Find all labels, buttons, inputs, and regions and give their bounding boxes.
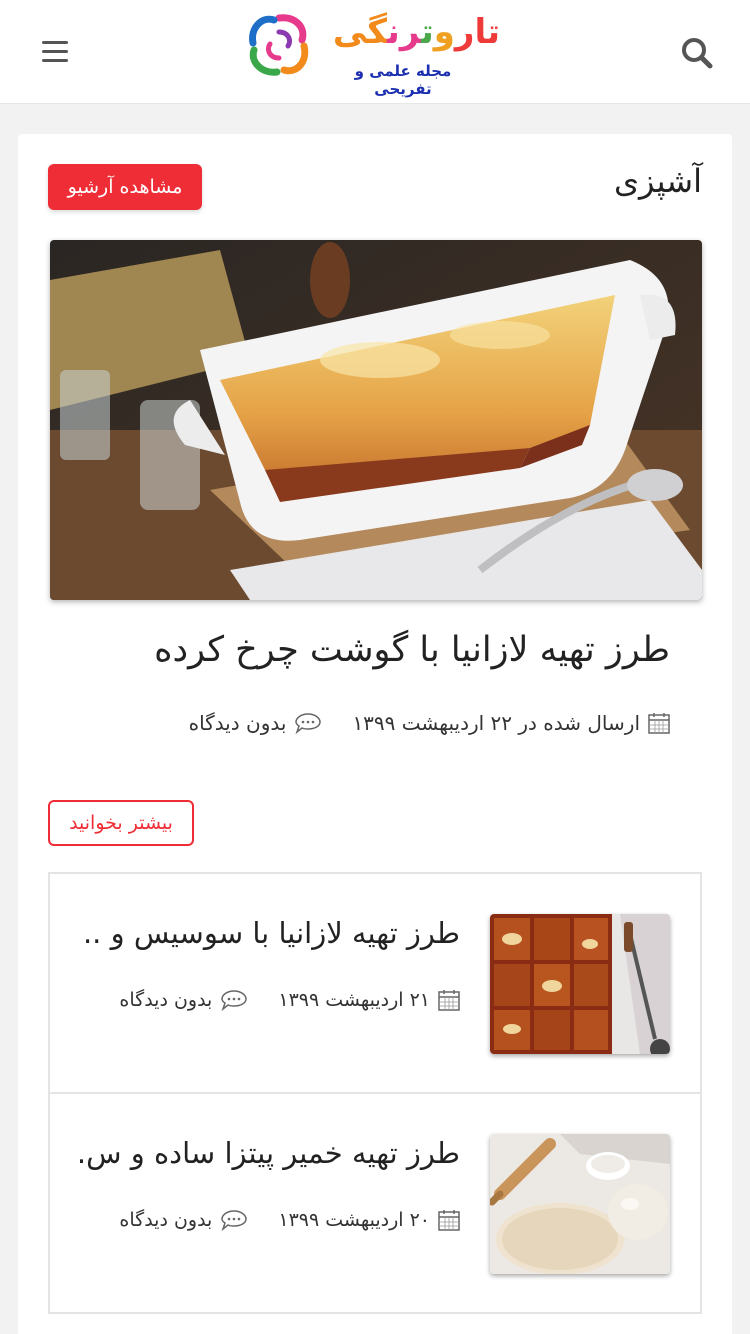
post-list: طرز تهیه لازانیا با سوسیس و ... ۲۱ اردیب… <box>48 872 702 1314</box>
featured-post-date: ارسال شده در ۲۲ اردیبهشت ۱۳۹۹ <box>352 711 640 735</box>
site-header: تاروترنگی مجله علمی و تفریحی <box>0 0 750 104</box>
post-meta: ۲۱ اردیبهشت ۱۳۹۹ بدون دیدگاه <box>80 986 460 1014</box>
calendar-icon <box>438 1210 460 1231</box>
post-date: ۲۰ اردیبهشت ۱۳۹۹ <box>278 1209 430 1231</box>
post-meta: ۲۰ اردیبهشت ۱۳۹۹ بدون دیدگاه <box>80 1206 460 1234</box>
comment-icon <box>221 1210 248 1231</box>
featured-post-image[interactable] <box>50 240 702 600</box>
list-item[interactable]: طرز تهیه لازانیا با سوسیس و ... ۲۱ اردیب… <box>50 874 700 1094</box>
section-title: آشپزی <box>613 162 702 200</box>
post-title[interactable]: طرز تهیه لازانیا با سوسیس و ... <box>80 916 460 950</box>
view-archive-button[interactable]: مشاهده آرشیو <box>48 164 202 210</box>
comment-icon <box>295 713 322 734</box>
featured-post-comments[interactable]: بدون دیدگاه <box>189 711 287 735</box>
post-comments[interactable]: بدون دیدگاه <box>119 989 212 1011</box>
hamburger-menu-icon[interactable] <box>40 40 72 66</box>
list-item[interactable]: طرز تهیه خمیر پیتزا ساده و س... ۲۰ اردیب… <box>50 1094 700 1314</box>
site-logo[interactable]: تاروترنگی مجله علمی و تفریحی <box>244 8 506 98</box>
calendar-icon <box>438 990 460 1011</box>
calendar-icon <box>648 713 670 734</box>
post-thumbnail[interactable] <box>490 914 670 1054</box>
post-comments[interactable]: بدون دیدگاه <box>119 1209 212 1231</box>
logo-title: تاروترنگی <box>332 12 500 52</box>
featured-post-title[interactable]: طرز تهیه لازانیا با گوشت چرخ کرده <box>70 630 670 670</box>
logo-subtitle: مجله علمی و تفریحی <box>354 62 452 98</box>
search-icon[interactable] <box>680 36 714 70</box>
category-card: آشپزی مشاهده آرشیو طرز تهیه لازانیا با گ… <box>18 134 732 1334</box>
featured-post-meta: ارسال شده در ۲۲ اردیبهشت ۱۳۹۹ بدون دیدگا… <box>70 708 670 738</box>
comment-icon <box>221 990 248 1011</box>
post-thumbnail[interactable] <box>490 1134 670 1274</box>
read-more-button[interactable]: بیشتر بخوانید <box>48 800 194 846</box>
post-date: ۲۱ اردیبهشت ۱۳۹۹ <box>278 989 430 1011</box>
logo-swirl-icon <box>249 14 309 76</box>
post-title[interactable]: طرز تهیه خمیر پیتزا ساده و س... <box>80 1136 460 1170</box>
